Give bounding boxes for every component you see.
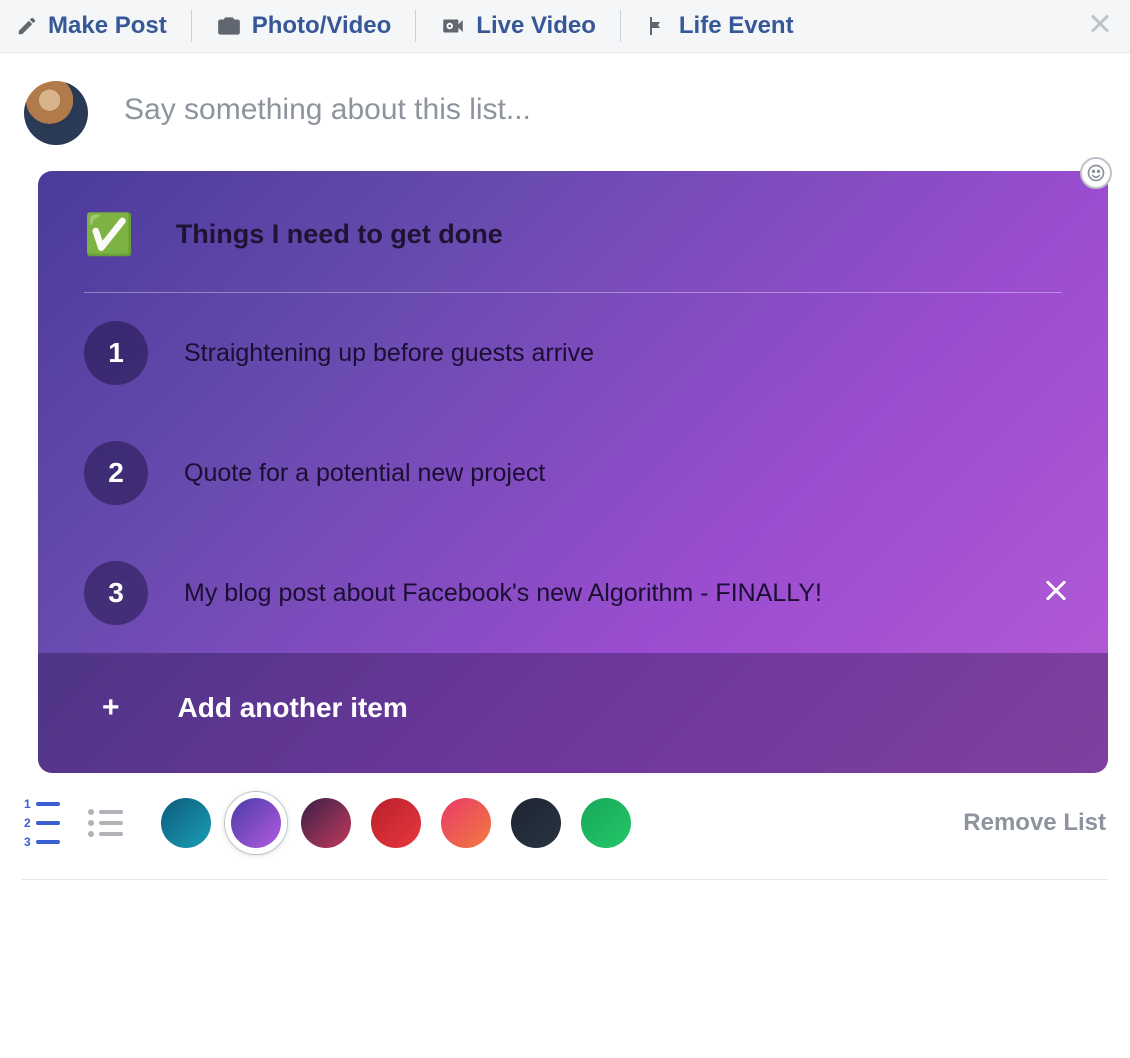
item-number-badge: 2 (84, 441, 148, 505)
item-text: My blog post about Facebook's new Algori… (184, 579, 822, 608)
plus-icon: + (102, 691, 120, 725)
tab-live-video[interactable]: Live Video (415, 10, 620, 42)
add-item-button[interactable]: + Add another item (38, 653, 1108, 773)
checkmark-icon: ✅ (84, 211, 134, 258)
list-title: Things I need to get done (176, 219, 503, 250)
tab-make-post[interactable]: Make Post (14, 10, 191, 42)
tab-label: Live Video (476, 12, 596, 40)
list-card-wrap: ✅ Things I need to get done 1 Straighteni… (0, 153, 1130, 773)
tab-label: Photo/Video (252, 12, 392, 40)
color-swatch-teal[interactable] (161, 798, 211, 848)
item-text: Straightening up before guests arrive (184, 339, 594, 368)
videocam-icon (440, 13, 466, 39)
list-style-bullet-button[interactable] (88, 809, 123, 837)
list-footer: 1 2 3 Remove List (0, 773, 1130, 879)
flag-icon (645, 14, 669, 38)
close-composer-button[interactable] (1088, 12, 1112, 41)
list-item[interactable]: 1 Straightening up before guests arrive (38, 293, 1108, 413)
remove-list-button[interactable]: Remove List (963, 809, 1106, 837)
tab-label: Life Event (679, 12, 794, 40)
list-style-numbered-button[interactable]: 1 2 3 (24, 797, 60, 849)
color-swatch-coral[interactable] (441, 798, 491, 848)
avatar (24, 81, 88, 145)
list-item[interactable]: 3 My blog post about Facebook's new Algor… (38, 533, 1108, 653)
delete-item-button[interactable] (1042, 577, 1070, 610)
tab-photo-video[interactable]: Photo/Video (191, 10, 416, 42)
divider (22, 879, 1108, 880)
item-text: Quote for a potential new project (184, 459, 545, 488)
tab-label: Make Post (48, 12, 167, 40)
item-number-badge: 3 (84, 561, 148, 625)
color-swatch-dark[interactable] (511, 798, 561, 848)
composer-tabs: Make Post Photo/Video Live Video Life Ev… (0, 0, 1130, 53)
color-swatch-red[interactable] (371, 798, 421, 848)
color-swatches (161, 798, 631, 848)
composer-input[interactable] (124, 93, 1106, 127)
composer-row (0, 53, 1130, 153)
item-number-badge: 1 (84, 321, 148, 385)
emoji-picker-button[interactable] (1080, 157, 1112, 189)
color-swatch-maroon[interactable] (301, 798, 351, 848)
color-swatch-green[interactable] (581, 798, 631, 848)
list-card: ✅ Things I need to get done 1 Straighteni… (38, 171, 1108, 773)
pencil-icon (16, 15, 38, 37)
camera-icon (216, 13, 242, 39)
tab-life-event[interactable]: Life Event (620, 10, 818, 42)
color-swatch-purple[interactable] (231, 798, 281, 848)
add-item-label: Add another item (178, 692, 408, 724)
list-item[interactable]: 2 Quote for a potential new project (38, 413, 1108, 533)
list-title-row[interactable]: ✅ Things I need to get done (84, 171, 1062, 293)
